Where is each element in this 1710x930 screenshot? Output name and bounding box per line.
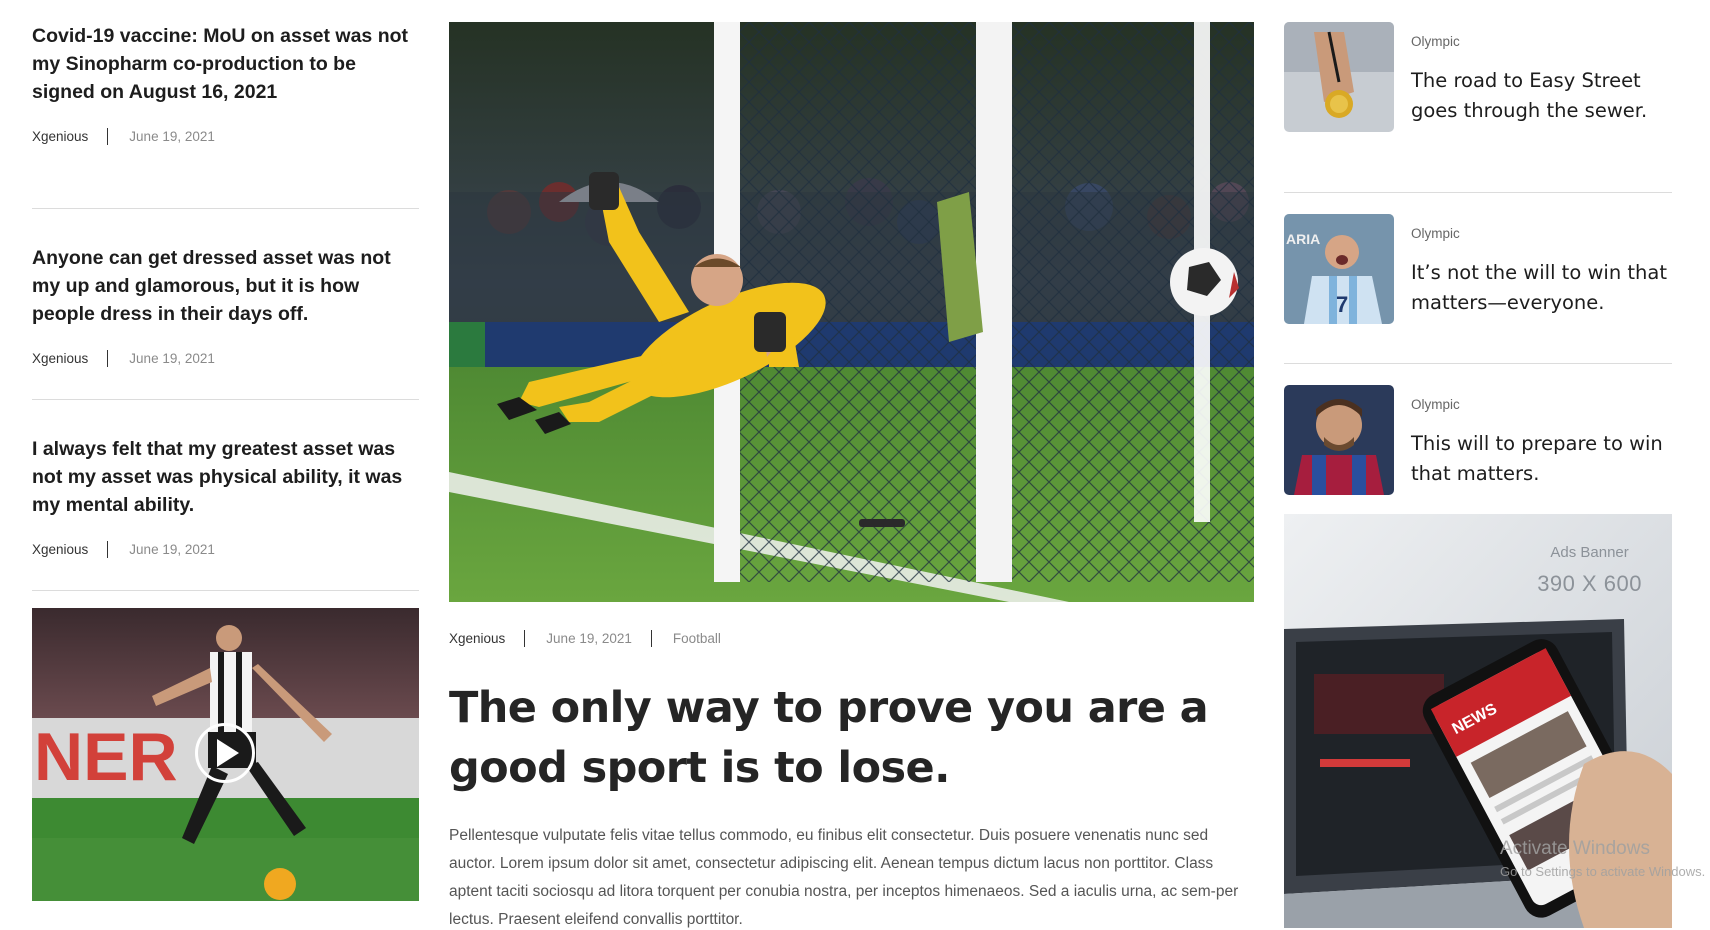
article-author[interactable]: Xgenious [449, 631, 505, 646]
watermark-subtitle: Go to Settings to activate Windows. [1500, 864, 1706, 879]
article-meta: Xgenious June 19, 2021 [32, 541, 419, 558]
list-item[interactable]: I always felt that my greatest asset was… [32, 400, 419, 591]
article-title[interactable]: It’s not the will to win that matters—ev… [1411, 258, 1672, 318]
svg-text:NER: NER [34, 719, 178, 795]
goalkeeper-diving-image [449, 22, 1254, 602]
article-meta: Xgenious June 19, 2021 [32, 350, 419, 367]
article-category[interactable]: Olympic [1411, 397, 1672, 412]
article-title[interactable]: Anyone can get dressed asset was not my … [32, 244, 419, 328]
player-portrait-image [1284, 385, 1394, 495]
meta-divider [650, 630, 652, 647]
play-button[interactable] [195, 723, 255, 783]
list-item[interactable]: Olympic This will to prepare to win that… [1284, 364, 1672, 535]
meta-divider [524, 630, 526, 647]
article-title[interactable]: Covid-19 vaccine: MoU on asset was not m… [32, 22, 419, 106]
article-thumbnail[interactable] [1284, 22, 1394, 132]
article-date: June 19, 2021 [129, 542, 215, 557]
meta-divider [107, 541, 109, 558]
article-title[interactable]: I always felt that my greatest asset was… [32, 435, 419, 519]
right-article-list: Olympic The road to Easy Street goes thr… [1284, 22, 1672, 535]
article-title[interactable]: This will to prepare to win that matters… [1411, 429, 1672, 489]
activate-windows-watermark: Activate Windows Go to Settings to activ… [1500, 838, 1705, 879]
medal-in-hand-image [1284, 22, 1394, 132]
ad-size: 390 X 600 [1537, 571, 1642, 596]
article-text: Olympic The road to Easy Street goes thr… [1411, 22, 1672, 192]
list-item[interactable]: Olympic The road to Easy Street goes thr… [1284, 22, 1672, 193]
article-category[interactable]: Olympic [1411, 34, 1672, 49]
article-date: June 19, 2021 [129, 129, 215, 144]
article-author[interactable]: Xgenious [32, 351, 88, 366]
meta-divider [107, 350, 109, 367]
svg-text:7: 7 [1336, 292, 1348, 317]
article-date: June 19, 2021 [129, 351, 215, 366]
article-title[interactable]: The road to Easy Street goes through the… [1411, 66, 1672, 126]
video-card[interactable]: NER [32, 608, 419, 901]
left-article-list: Covid-19 vaccine: MoU on asset was not m… [32, 18, 419, 591]
list-item[interactable]: ARIA 7 Olympic It’s not the will to win … [1284, 193, 1672, 364]
featured-image[interactable] [449, 22, 1254, 602]
article-meta: Xgenious June 19, 2021 [32, 128, 419, 145]
article-thumbnail[interactable] [1284, 385, 1394, 495]
featured-excerpt: Pellentesque vulputate felis vitae tellu… [449, 827, 1239, 928]
article-category[interactable]: Olympic [1411, 226, 1672, 241]
featured-meta: Xgenious June 19, 2021 Football [449, 630, 721, 647]
list-item[interactable]: Anyone can get dressed asset was not my … [32, 209, 419, 400]
article-author[interactable]: Xgenious [32, 542, 88, 557]
play-icon [217, 739, 239, 767]
ad-title: Ads Banner [1550, 544, 1629, 561]
svg-text:ARIA: ARIA [1286, 231, 1320, 247]
ad-label: Ads Banner 390 X 600 [1537, 544, 1642, 597]
featured-title[interactable]: The only way to prove you are a good spo… [449, 678, 1239, 798]
article-thumbnail[interactable]: ARIA 7 [1284, 214, 1394, 324]
article-text: Olympic This will to prepare to win that… [1411, 364, 1672, 535]
meta-divider [107, 128, 109, 145]
article-text: Olympic It’s not the will to win that ma… [1411, 193, 1672, 363]
article-author[interactable]: Xgenious [32, 129, 88, 144]
watermark-title: Activate Windows [1500, 838, 1650, 859]
article-category[interactable]: Football [673, 631, 721, 646]
article-date: June 19, 2021 [546, 631, 632, 646]
list-item[interactable]: Covid-19 vaccine: MoU on asset was not m… [32, 18, 419, 209]
player-celebrating-image: ARIA 7 [1284, 214, 1394, 324]
